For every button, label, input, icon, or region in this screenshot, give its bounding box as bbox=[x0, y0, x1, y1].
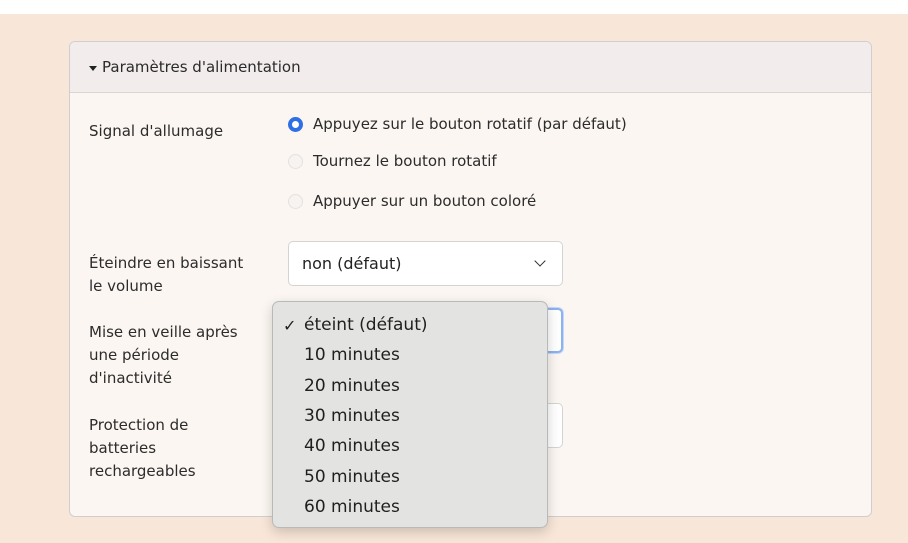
chevron-down-icon bbox=[534, 255, 546, 267]
radio-label: Tournez le bouton rotatif bbox=[313, 152, 497, 170]
caret-down-icon bbox=[89, 65, 97, 71]
panel-title: Paramètres d'alimentation bbox=[102, 58, 301, 76]
dropdown-option-10[interactable]: 10 minutes bbox=[273, 340, 547, 370]
radio-option-turn-knob[interactable]: Tournez le bouton rotatif bbox=[288, 152, 497, 170]
top-strip bbox=[0, 0, 908, 14]
dropdown-option-off[interactable]: ✓ éteint (défaut) bbox=[273, 310, 547, 340]
checkmark-icon: ✓ bbox=[283, 315, 297, 335]
sleep-dropdown-menu: ✓ éteint (défaut) 10 minutes 20 minutes … bbox=[272, 301, 548, 528]
dropdown-option-50[interactable]: 50 minutes bbox=[273, 461, 547, 491]
radio-option-color-button[interactable]: Appuyer sur un bouton coloré bbox=[288, 192, 536, 210]
dropdown-option-40[interactable]: 40 minutes bbox=[273, 431, 547, 461]
battery-label: Protection de batteries rechargeables bbox=[89, 416, 196, 480]
volume-off-select[interactable]: non (défaut) bbox=[288, 241, 563, 286]
radio-label: Appuyez sur le bouton rotatif (par défau… bbox=[313, 115, 627, 133]
panel-header-toggle[interactable]: Paramètres d'alimentation bbox=[70, 42, 871, 93]
radio-checked-icon[interactable] bbox=[288, 116, 303, 132]
power-on-signal-label: Signal d'allumage bbox=[89, 122, 224, 140]
volume-off-label: Éteindre en baissant le volume bbox=[89, 254, 244, 295]
dropdown-option-30[interactable]: 30 minutes bbox=[273, 401, 547, 431]
dropdown-option-20[interactable]: 20 minutes bbox=[273, 371, 547, 401]
radio-unchecked-icon[interactable] bbox=[288, 193, 303, 209]
volume-off-value: non (défaut) bbox=[302, 254, 402, 273]
radio-option-press-knob[interactable]: Appuyez sur le bouton rotatif (par défau… bbox=[288, 115, 627, 133]
radio-label: Appuyer sur un bouton coloré bbox=[313, 192, 537, 210]
dropdown-option-60[interactable]: 60 minutes bbox=[273, 492, 547, 522]
radio-unchecked-icon[interactable] bbox=[288, 153, 303, 169]
sleep-label: Mise en veille après une période d'inact… bbox=[89, 323, 238, 387]
